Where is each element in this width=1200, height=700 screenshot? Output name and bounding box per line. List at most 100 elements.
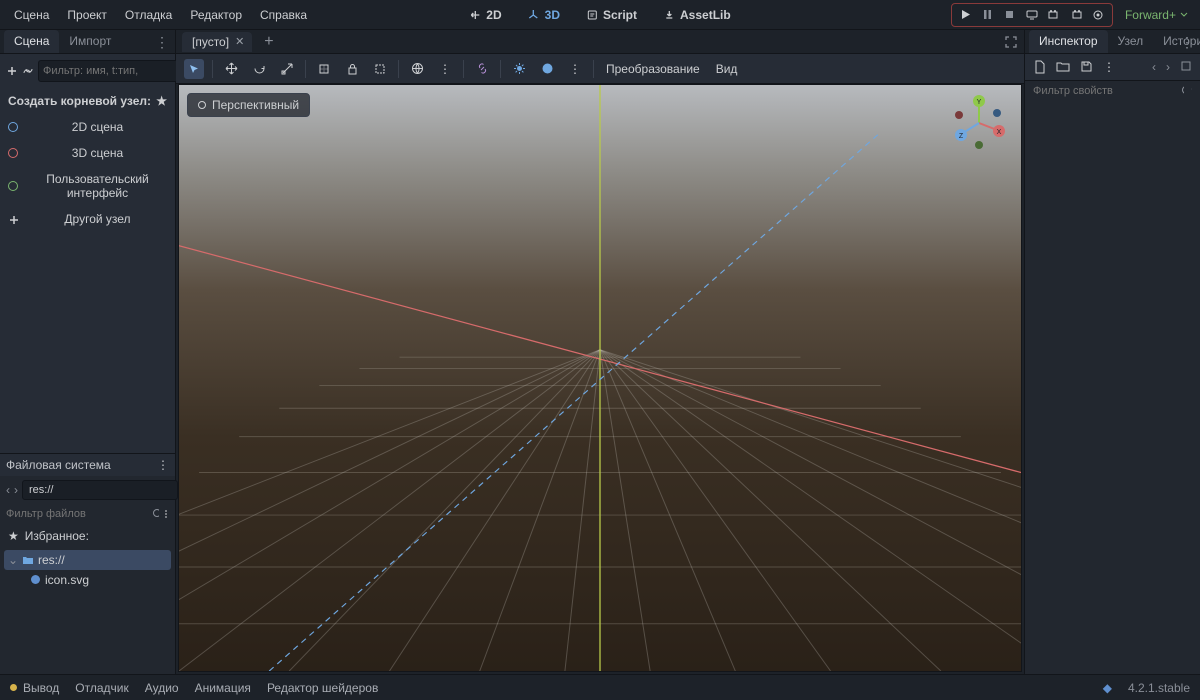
create-2d-scene[interactable]: 2D сцена	[0, 114, 175, 140]
workspace-assetlib[interactable]: AssetLib	[657, 5, 737, 25]
create-3d-scene[interactable]: 3D сцена	[0, 140, 175, 166]
viewport-3d[interactable]: Перспективный Y X	[178, 84, 1022, 672]
sliders-icon[interactable]	[1190, 85, 1193, 97]
close-icon[interactable]: ✕	[235, 35, 244, 48]
run-remote-button[interactable]	[1022, 6, 1042, 24]
warning-dot-icon	[10, 684, 17, 691]
nav-back-button[interactable]: ‹	[6, 483, 10, 497]
scale-tool[interactable]	[277, 59, 297, 79]
tab-node[interactable]: Узел	[1108, 30, 1154, 53]
workspace-3d[interactable]: 3D	[522, 5, 566, 25]
node3d-icon	[8, 148, 18, 158]
fs-file-icon-svg[interactable]: icon.svg	[4, 570, 171, 590]
renderer-selector[interactable]: Forward+	[1119, 6, 1194, 24]
fs-root-node[interactable]: ⌄ res://	[4, 550, 171, 570]
scene-dock-tabs: Сцена Импорт ⋮	[0, 30, 175, 54]
menu-scene[interactable]: Сцена	[6, 4, 57, 26]
load-resource-icon[interactable]	[1056, 60, 1070, 74]
sun-env-menu[interactable]: ⋮	[565, 59, 585, 79]
perspective-badge[interactable]: Перспективный	[187, 93, 310, 117]
search-icon	[1181, 85, 1184, 97]
lock-selected[interactable]	[342, 59, 362, 79]
dock-menu-icon[interactable]: ⋮	[155, 34, 169, 51]
menu-debug[interactable]: Отладка	[117, 4, 180, 26]
move-tool[interactable]	[221, 59, 241, 79]
env-toggle[interactable]	[537, 59, 557, 79]
play-scene-button[interactable]	[1044, 6, 1064, 24]
control-icon	[8, 181, 18, 191]
search-icon	[152, 508, 159, 520]
link-icon[interactable]	[472, 59, 492, 79]
add-scene-tab[interactable]: +	[258, 33, 279, 51]
tab-import[interactable]: Импорт	[59, 30, 121, 53]
nav-forward-button[interactable]: ›	[14, 483, 18, 497]
environment-toggle[interactable]	[407, 59, 427, 79]
history-back[interactable]: ‹	[1152, 60, 1156, 74]
select-tool[interactable]	[184, 59, 204, 79]
tab-inspector[interactable]: Инспектор	[1029, 30, 1108, 53]
transform-menu[interactable]: Преобразование	[602, 60, 704, 78]
workspace-script[interactable]: Script	[580, 5, 643, 25]
snap-options[interactable]	[314, 59, 334, 79]
favorite-icon[interactable]: ★	[156, 94, 167, 108]
plus-icon	[8, 214, 18, 224]
menu-editor[interactable]: Редактор	[182, 4, 250, 26]
debugger-tab[interactable]: Отладчик	[75, 681, 128, 695]
shader-editor-tab[interactable]: Редактор шейдеров	[267, 681, 378, 695]
bottom-panel: Вывод Отладчик Аудио Анимация Редактор ш…	[0, 674, 1200, 700]
fs-filter-input[interactable]	[6, 508, 148, 520]
image-file-icon	[30, 574, 41, 585]
distraction-free-toggle[interactable]	[1004, 35, 1018, 49]
renderer-label: Forward+	[1125, 8, 1176, 22]
viewport-toolbar: ⋮ ⋮ Преобразование Вид	[176, 54, 1024, 84]
movie-mode-button[interactable]	[1088, 6, 1108, 24]
output-tab[interactable]: Вывод	[10, 681, 59, 695]
tab-scene[interactable]: Сцена	[4, 30, 59, 53]
scene-filter-input[interactable]	[43, 65, 185, 77]
save-resource-icon[interactable]	[1080, 60, 1093, 74]
inspector-extra-icon[interactable]	[1180, 60, 1192, 74]
scene-tab-empty[interactable]: [пусто] ✕	[182, 32, 252, 52]
workspace-2d[interactable]: 2D	[463, 5, 507, 25]
axis-gizmo[interactable]: Y X Z	[951, 95, 1007, 151]
group-selected[interactable]	[370, 59, 390, 79]
view-menu[interactable]: Вид	[712, 60, 742, 78]
svg-text:Z: Z	[959, 133, 964, 140]
star-icon: ★	[8, 529, 19, 543]
axes-3d-icon	[528, 9, 540, 21]
script-icon	[586, 9, 598, 21]
menu-help[interactable]: Справка	[252, 4, 315, 26]
play-button[interactable]	[956, 6, 976, 24]
create-2d-label: 2D сцена	[28, 120, 167, 134]
dock-menu-icon[interactable]: ⋮	[1180, 34, 1194, 51]
viewport-grid	[179, 85, 1021, 671]
inspector-menu[interactable]: ⋮	[1103, 60, 1115, 74]
auto-key-icon[interactable]: ◆	[1103, 681, 1112, 695]
environment-menu[interactable]: ⋮	[435, 59, 455, 79]
sun-toggle[interactable]	[509, 59, 529, 79]
fs-path-input[interactable]	[22, 480, 178, 500]
instance-scene-button[interactable]	[22, 62, 34, 80]
svg-text:X: X	[997, 129, 1002, 136]
stop-button[interactable]	[1000, 6, 1020, 24]
dock-menu-icon[interactable]: ⋮	[157, 458, 169, 472]
workspace-2d-label: 2D	[486, 8, 501, 22]
pause-button[interactable]	[978, 6, 998, 24]
create-ui-scene[interactable]: Пользовательский интерфейс	[0, 166, 175, 206]
play-custom-scene-button[interactable]	[1066, 6, 1086, 24]
inspector-filter-input[interactable]	[1033, 85, 1175, 97]
scene-tab-label: [пусто]	[192, 35, 229, 49]
workspace-assetlib-label: AssetLib	[680, 8, 731, 22]
scene-tabs: [пусто] ✕ +	[176, 30, 1024, 54]
menu-project[interactable]: Проект	[59, 4, 115, 26]
root-heading: Создать корневой узел:	[8, 94, 151, 108]
rotate-tool[interactable]	[249, 59, 269, 79]
new-resource-icon[interactable]	[1033, 60, 1046, 74]
perspective-label: Перспективный	[212, 98, 299, 112]
audio-tab[interactable]: Аудио	[145, 681, 179, 695]
create-other-node[interactable]: Другой узел	[0, 206, 175, 232]
animation-tab[interactable]: Анимация	[195, 681, 251, 695]
add-node-button[interactable]	[6, 62, 18, 80]
history-forward[interactable]: ›	[1166, 60, 1170, 74]
tree-mode-icon[interactable]	[163, 508, 170, 520]
